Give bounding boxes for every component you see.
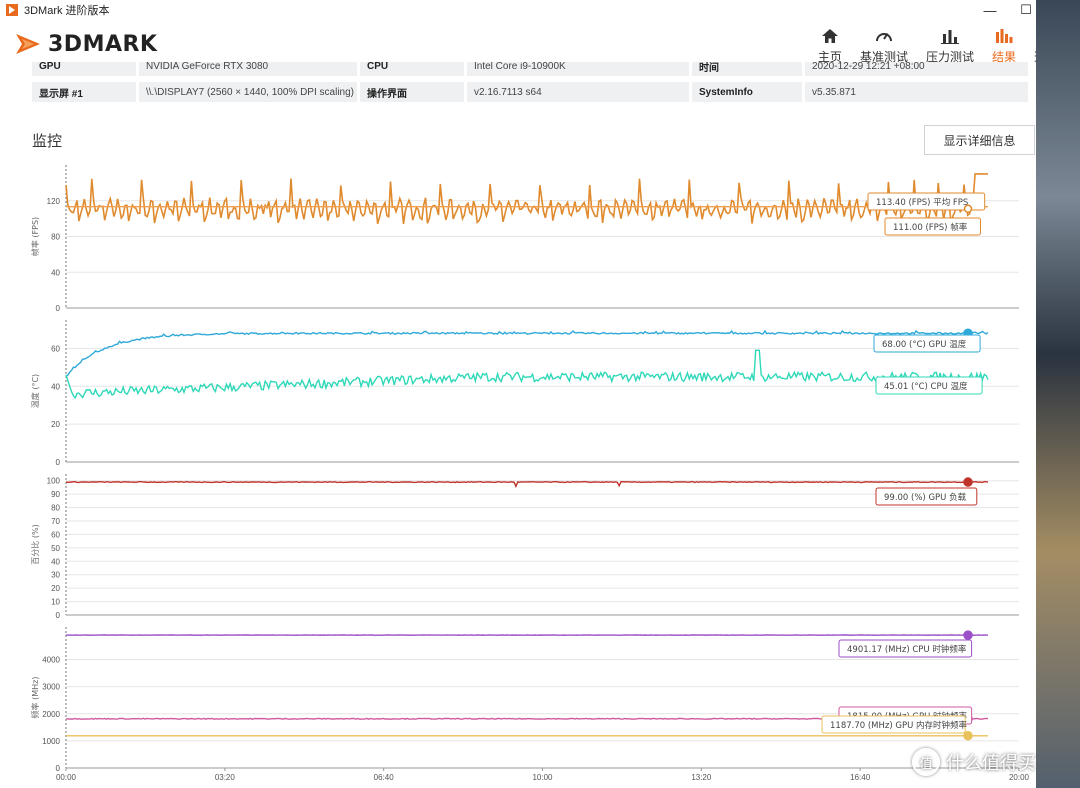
value-label: 45.01 (°C) CPU 温度 xyxy=(875,376,983,395)
nav-results[interactable]: 结果 xyxy=(992,24,1016,65)
y-tick-label: 1000 xyxy=(42,737,60,746)
value-label: 4901.17 (MHz) CPU 时钟频率 xyxy=(838,639,973,658)
y-tick-label: 40 xyxy=(51,557,60,566)
value-label-text: 4901.17 (MHz) CPU 时钟频率 xyxy=(847,644,967,655)
series-marker xyxy=(963,477,973,487)
x-tick-label: 16:40 xyxy=(850,773,871,782)
info-key: 时间 xyxy=(692,62,802,76)
value-label-text: 68.00 (°C) GPU 温度 xyxy=(882,339,967,350)
chart-panel: 0 1000 2000 3000 4000 频率 (MHz) 4901.17 (MHz) C… xyxy=(30,627,1030,782)
value-label-text: 113.40 (FPS) 平均 FPS xyxy=(876,197,968,208)
info-key: SystemInfo xyxy=(692,82,802,102)
gauge-icon xyxy=(875,32,892,42)
minimize-button[interactable]: — xyxy=(972,0,1008,20)
y-tick-label: 80 xyxy=(51,233,60,242)
y-tick-label: 0 xyxy=(56,458,61,467)
y-tick-label: 90 xyxy=(51,490,60,499)
logo-mark-icon xyxy=(16,34,40,54)
value-label: 68.00 (°C) GPU 温度 xyxy=(873,334,981,353)
y-tick-label: 0 xyxy=(56,611,61,620)
y-axis-label: 百分比 (%) xyxy=(30,524,40,564)
x-tick-label: 00:00 xyxy=(56,773,77,782)
series-line xyxy=(65,349,989,400)
value-label: 111.00 (FPS) 帧率 xyxy=(884,217,981,236)
y-tick-label: 40 xyxy=(51,268,60,277)
info-value: \\.\DISPLAY7 (2560 × 1440, 100% DPI scal… xyxy=(139,82,357,102)
value-label-text: 45.01 (°C) CPU 温度 xyxy=(884,381,968,392)
value-label: 1187.70 (MHz) GPU 内存时钟频率 xyxy=(821,715,968,734)
value-label-text: 99.00 (%) GPU 负载 xyxy=(884,492,967,503)
watermark-logo: 值 xyxy=(912,748,940,776)
y-tick-label: 40 xyxy=(51,382,60,391)
y-tick-label: 120 xyxy=(47,197,61,206)
info-value: v2.16.7113 s64 xyxy=(467,82,689,102)
home-icon xyxy=(821,29,838,43)
x-tick-label: 10:00 xyxy=(532,773,553,782)
chart-panel: 0 10 20 30 40 50 60 70 80 90 100 百分比 (%) 99.00 (%) G… xyxy=(30,474,1019,620)
info-key: 操作界面 xyxy=(360,82,464,102)
bars-icon xyxy=(940,30,959,44)
series-marker xyxy=(963,204,973,214)
app-icon xyxy=(6,4,18,16)
y-tick-label: 70 xyxy=(51,517,60,526)
y-tick-label: 0 xyxy=(56,764,61,773)
show-details-button[interactable]: 显示详细信息 xyxy=(924,125,1035,155)
y-tick-label: 3000 xyxy=(42,683,60,692)
info-key: 显示屏 #1 xyxy=(32,82,136,102)
monitoring-title: 监控 xyxy=(32,133,63,150)
system-info-row: GPU NVIDIA GeForce RTX 3080 CPU Intel Co… xyxy=(32,62,1036,76)
y-axis-label: 帧率 (FPS) xyxy=(30,217,40,256)
watermark: 值 什么值得买 xyxy=(912,748,1036,776)
y-axis-label: 温度 (°C) xyxy=(30,374,40,408)
y-tick-label: 2000 xyxy=(42,710,60,719)
system-info-table: GPU NVIDIA GeForce RTX 3080 CPU Intel Co… xyxy=(32,62,1036,104)
info-value: Intel Core i9-10900K xyxy=(467,62,689,76)
x-tick-label: 13:20 xyxy=(691,773,712,782)
value-label-text: 1187.70 (MHz) GPU 内存时钟频率 xyxy=(830,720,968,731)
background-right xyxy=(1036,0,1080,788)
info-value: 2020-12-29 12:21 +08:00 xyxy=(805,62,1028,76)
watermark-text: 什么值得买 xyxy=(946,753,1036,773)
system-info-row: 显示屏 #1 \\.\DISPLAY7 (2560 × 1440, 100% D… xyxy=(32,82,1036,102)
value-label: 99.00 (%) GPU 负载 xyxy=(875,487,978,506)
results-icon xyxy=(995,29,1013,43)
y-tick-label: 10 xyxy=(51,598,60,607)
logo-text: 3DMARK xyxy=(48,31,158,57)
logo[interactable]: 3DMARK xyxy=(14,28,157,60)
y-axis-label: 频率 (MHz) xyxy=(30,677,40,719)
series-marker xyxy=(963,630,973,640)
monitoring-charts: 0 40 80 120 帧率 (FPS) 113.40 (FPS) 平均 FPS 111.0… xyxy=(30,165,1030,782)
y-tick-label: 100 xyxy=(47,477,61,486)
info-key: GPU xyxy=(32,62,136,76)
info-key: CPU xyxy=(360,62,464,76)
app-window: 3DMark 进阶版本 — ☐ ✕ 3DMARK 主页 基准测试 xyxy=(0,0,1080,788)
y-tick-label: 30 xyxy=(51,571,60,580)
y-tick-label: 60 xyxy=(51,344,60,353)
series-line xyxy=(65,480,989,489)
title-bar: 3DMark 进阶版本 — ☐ ✕ xyxy=(0,0,1080,20)
value-label-text: 111.00 (FPS) 帧率 xyxy=(893,222,968,233)
nav-stress-tests[interactable]: 压力测试 xyxy=(926,24,974,65)
window-title: 3DMark 进阶版本 xyxy=(24,5,110,17)
y-tick-label: 4000 xyxy=(42,656,60,665)
chart-panel: 0 20 40 60 温度 (°C) 68.00 (°C) GPU 温度 45.01 (°C… xyxy=(30,320,1019,467)
y-tick-label: 50 xyxy=(51,544,60,553)
main-nav: 主页 基准测试 压力测试 结果 选项 xyxy=(800,24,1058,65)
y-tick-label: 20 xyxy=(51,420,60,429)
nav-home[interactable]: 主页 xyxy=(818,24,842,65)
series-marker xyxy=(963,731,973,741)
x-tick-label: 03:20 xyxy=(215,773,236,782)
info-value: v5.35.871 xyxy=(805,82,1028,102)
info-value: NVIDIA GeForce RTX 3080 xyxy=(139,62,357,76)
nav-benchmarks[interactable]: 基准测试 xyxy=(860,24,908,65)
y-tick-label: 20 xyxy=(51,584,60,593)
y-tick-label: 60 xyxy=(51,530,60,539)
chart-panel: 0 40 80 120 帧率 (FPS) 113.40 (FPS) 平均 FPS 111.0… xyxy=(30,165,1019,313)
y-tick-label: 80 xyxy=(51,504,60,513)
series-line xyxy=(65,173,988,225)
series-line xyxy=(65,329,989,378)
x-tick-label: 06:40 xyxy=(374,773,395,782)
y-tick-label: 0 xyxy=(56,304,61,313)
